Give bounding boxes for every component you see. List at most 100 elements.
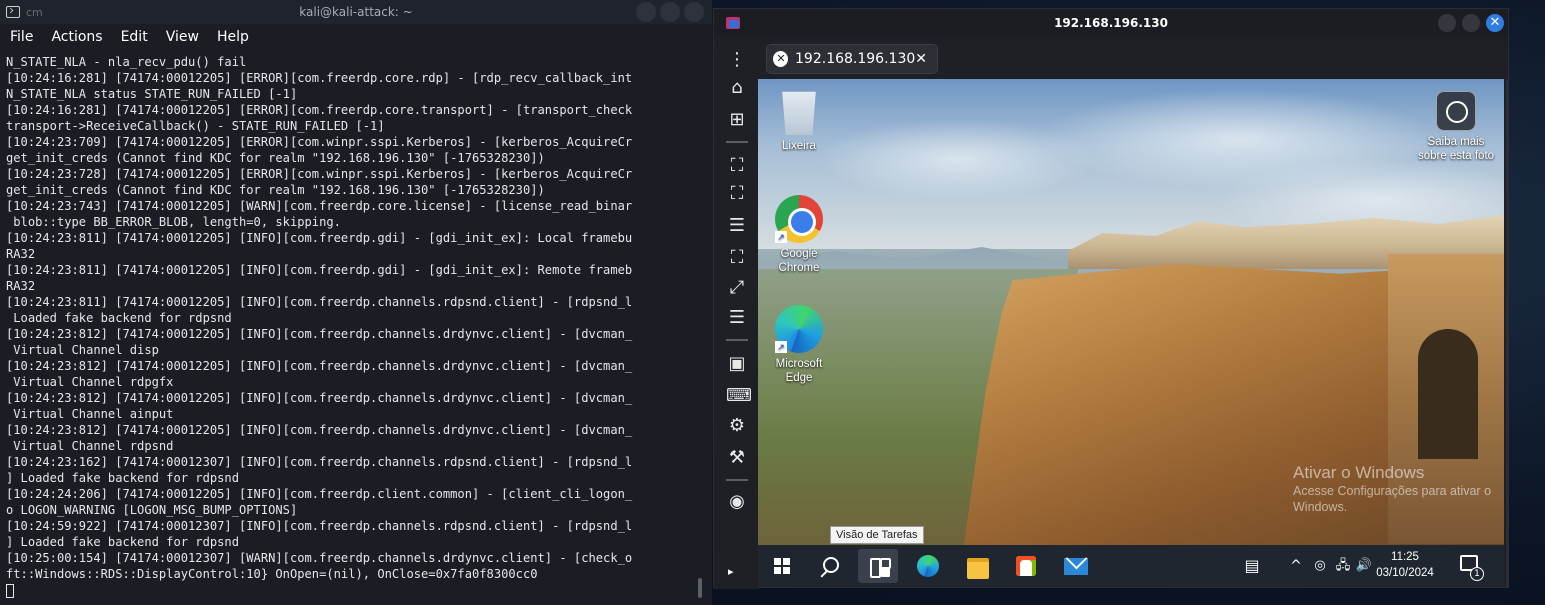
remote-toolbar: ⋮ ⌂ ⊞ ⛶ ⛶ ☰ ⛶ ⤢ ☰ ▣ ⌨ ⚙ ⚒ ◉ bbox=[714, 37, 758, 589]
remote-screen[interactable]: Lixeira ↗ Google Chrome ↗ Microsoft Edge… bbox=[758, 79, 1504, 587]
terminal-line: transport->ReceiveCallback() - STATE_RUN… bbox=[6, 119, 385, 133]
task-view-button[interactable] bbox=[858, 549, 898, 583]
volume-icon[interactable]: 🔊 bbox=[1354, 545, 1374, 587]
terminal-output[interactable]: N_STATE_NLA - nla_recv_pdu() fail [10:24:… bbox=[6, 54, 696, 598]
terminal-line: [10:24:23:811] [74174:00012205] [INFO][c… bbox=[6, 231, 633, 245]
edge-icon: ↗ bbox=[775, 305, 823, 353]
menu-help[interactable]: Help bbox=[207, 29, 257, 45]
terminal-line: [10:24:23:812] [74174:00012205] [INFO][c… bbox=[6, 423, 633, 437]
multi-monitor-icon[interactable]: ▣ bbox=[726, 353, 748, 375]
terminal-window[interactable]: cm kali@kali-attack: ~ File Actions Edit… bbox=[0, 0, 712, 605]
activate-subtitle: Acesse Configurações para ativar o Windo… bbox=[1293, 484, 1492, 514]
dynamic-resize-icon[interactable]: ⤢ bbox=[726, 277, 748, 299]
terminal-titlebar[interactable]: cm kali@kali-attack: ~ bbox=[0, 0, 712, 24]
close-button[interactable] bbox=[684, 2, 704, 22]
toolbar-separator bbox=[726, 339, 748, 341]
notification-badge: 1 bbox=[1470, 567, 1484, 581]
clock-time: 11:25 bbox=[1391, 551, 1419, 563]
terminal-prompt-line[interactable] bbox=[6, 582, 696, 598]
taskbar-store-icon[interactable] bbox=[1006, 549, 1046, 583]
settings-icon[interactable]: ⚙ bbox=[726, 415, 748, 437]
desktop-icon-label: Saiba mais sobre esta foto bbox=[1417, 136, 1495, 162]
tools-icon[interactable]: ⚒ bbox=[726, 447, 748, 469]
terminal-line: blob::type BB_ERROR_BLOB, length=0, skip… bbox=[6, 215, 341, 229]
minimize-button[interactable] bbox=[636, 2, 656, 22]
fit-window-icon[interactable]: ⛶ bbox=[726, 155, 748, 177]
activate-windows-watermark: Ativar o Windows Acesse Configurações pa… bbox=[1293, 463, 1493, 515]
start-button[interactable] bbox=[762, 549, 802, 583]
desktop-icon-recycle-bin[interactable]: Lixeira bbox=[764, 87, 834, 153]
taskbar-mail-icon[interactable] bbox=[1056, 549, 1096, 583]
chrome-icon: ↗ bbox=[775, 195, 823, 243]
fullscreen-icon[interactable]: ⛶ bbox=[726, 183, 748, 205]
toolbar-separator bbox=[726, 479, 748, 481]
remote-maximize-button[interactable] bbox=[1462, 14, 1480, 32]
menu-edit[interactable]: Edit bbox=[111, 29, 156, 45]
shortcut-arrow-icon: ↗ bbox=[775, 231, 787, 243]
network-icon[interactable]: 🖧 bbox=[1332, 545, 1354, 587]
terminal-scrollbar[interactable] bbox=[697, 54, 703, 600]
remote-desktop-window[interactable]: 192.168.196.130 ✕ ⋮ ⌂ ⊞ ⛶ ⛶ ☰ ⛶ ⤢ ☰ ▣ ⌨ … bbox=[713, 8, 1509, 589]
windows-taskbar: ▤ ^ ◎ 🖧 🔊 11:25 03/10/2024 1 bbox=[758, 545, 1504, 587]
tab-close-icon[interactable]: ✕ bbox=[915, 51, 927, 67]
desktop-icon-label: Microsoft Edge bbox=[775, 358, 823, 384]
menu-icon[interactable]: ☰ bbox=[726, 215, 748, 237]
terminal-line: [10:24:23:811] [74174:00012205] [INFO][c… bbox=[6, 263, 633, 277]
new-tab-icon[interactable]: ⊞ bbox=[726, 109, 748, 131]
search-button[interactable] bbox=[810, 549, 850, 583]
home-icon[interactable]: ⌂ bbox=[726, 77, 748, 99]
terminal-line: [10:24:23:162] [74174:00012307] [INFO][c… bbox=[6, 455, 633, 469]
desktop-icon-label: Lixeira bbox=[782, 140, 816, 152]
terminal-line: [10:24:23:811] [74174:00012205] [INFO][c… bbox=[6, 295, 633, 309]
recycle-bin-icon bbox=[782, 91, 816, 135]
desktop-icon-chrome[interactable]: ↗ Google Chrome bbox=[764, 195, 834, 275]
tab-label: 192.168.196.130 bbox=[795, 51, 916, 67]
remote-close-button[interactable]: ✕ bbox=[1486, 14, 1504, 32]
remote-scrollbar[interactable] bbox=[1506, 79, 1509, 587]
terminal-line: [10:24:23:812] [74174:00012205] [INFO][c… bbox=[6, 327, 633, 341]
terminal-line: [10:24:23:728] [74174:00012205] [ERROR][… bbox=[6, 167, 633, 181]
terminal-line: Virtual Channel disp bbox=[6, 343, 159, 357]
keyboard-icon[interactable]: ⌨ bbox=[726, 385, 752, 407]
terminal-line: Virtual Channel rdpsnd bbox=[6, 439, 174, 453]
terminal-line: [10:24:23:743] [74174:00012205] [WARN][c… bbox=[6, 199, 633, 213]
terminal-line: Virtual Channel rdpgfx bbox=[6, 375, 174, 389]
news-widget-icon[interactable]: ▤ bbox=[1238, 545, 1266, 587]
shortcut-arrow-icon: ↗ bbox=[775, 341, 787, 353]
expand-toolbar-icon[interactable]: ▸ bbox=[728, 565, 734, 578]
rdp-connection-icon bbox=[773, 51, 789, 67]
terminal-line: o LOGON_WARNING [LOGON_MSG_BUMP_OPTIONS] bbox=[6, 503, 298, 517]
menu-view[interactable]: View bbox=[156, 29, 207, 45]
menu-icon[interactable]: ☰ bbox=[726, 307, 748, 329]
remote-tabbar: 192.168.196.130 ✕ bbox=[758, 37, 1508, 79]
remote-titlebar[interactable]: 192.168.196.130 ✕ bbox=[714, 9, 1508, 37]
camera-info-icon bbox=[1436, 91, 1476, 131]
terminal-line: ft::Windows::RDS::DisplayControl:10} OnO… bbox=[6, 567, 538, 581]
taskbar-edge-icon[interactable] bbox=[908, 549, 948, 583]
terminal-scrollbar-thumb[interactable] bbox=[698, 578, 702, 598]
clock-date: 03/10/2024 bbox=[1376, 567, 1434, 579]
terminal-line: get_init_creds (Cannot find KDC for real… bbox=[6, 151, 545, 165]
menu-file[interactable]: File bbox=[0, 29, 41, 45]
terminal-line: get_init_creds (Cannot find KDC for real… bbox=[6, 183, 545, 197]
desktop-icon-edge[interactable]: ↗ Microsoft Edge bbox=[764, 305, 834, 385]
maximize-button[interactable] bbox=[660, 2, 680, 22]
screenshot-icon[interactable]: ◉ bbox=[726, 491, 748, 513]
terminal-line: ] Loaded fake backend for rdpsnd bbox=[6, 471, 239, 485]
remote-tab[interactable]: 192.168.196.130 ✕ bbox=[766, 44, 938, 74]
terminal-line: [10:24:23:812] [74174:00012205] [INFO][c… bbox=[6, 391, 633, 405]
terminal-line: Loaded fake backend for rdpsnd bbox=[6, 311, 232, 325]
remote-window-title: 192.168.196.130 bbox=[1054, 16, 1168, 30]
tray-meet-icon[interactable]: ◎ bbox=[1310, 545, 1330, 587]
remote-minimize-button[interactable] bbox=[1438, 14, 1456, 32]
desktop-icon-about-photo[interactable]: Saiba mais sobre esta foto bbox=[1414, 91, 1498, 163]
tray-chevron-icon[interactable]: ^ bbox=[1286, 545, 1306, 587]
wallpaper-bridge-arch bbox=[1418, 329, 1478, 459]
taskbar-clock[interactable]: 11:25 03/10/2024 bbox=[1373, 549, 1437, 581]
menu-actions[interactable]: Actions bbox=[41, 29, 110, 45]
terminal-line: RA32 bbox=[6, 279, 36, 293]
taskbar-file-explorer-icon[interactable] bbox=[958, 549, 998, 583]
more-vert-icon[interactable]: ⋮ bbox=[726, 49, 748, 71]
scaled-icon[interactable]: ⛶ bbox=[726, 247, 748, 269]
terminal-line: ] Loaded fake backend for rdpsnd bbox=[6, 535, 239, 549]
